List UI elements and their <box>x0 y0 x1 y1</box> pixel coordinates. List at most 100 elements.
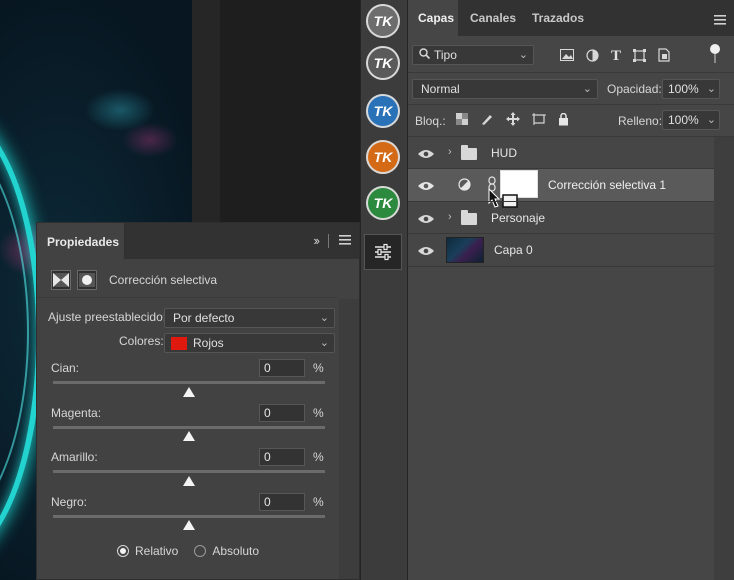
hamburger-menu-icon[interactable] <box>339 234 351 248</box>
percent-unit: % <box>313 406 324 420</box>
layer-row[interactable]: Capa 0 <box>408 234 714 266</box>
visibility-eye-icon[interactable] <box>418 213 434 223</box>
layers-panel: Capas Canales Trazados Tipo ⌄ T Normal ⌄… <box>408 0 734 580</box>
layer-name: HUD <box>491 146 517 160</box>
yellow-slider-thumb[interactable] <box>183 476 195 486</box>
properties-header: Propiedades ›› <box>37 223 359 259</box>
smart-object-filter-icon[interactable] <box>658 48 670 65</box>
tk-label: TK <box>373 55 393 71</box>
method-radio-group: Relativo Absoluto <box>117 544 259 558</box>
chevron-down-icon: ⌄ <box>582 83 592 95</box>
panel-divider <box>328 233 329 248</box>
percent-unit: % <box>313 361 324 375</box>
tk-label: TK <box>373 13 393 29</box>
text-filter-icon[interactable]: T <box>611 48 621 65</box>
cyan-slider-thumb[interactable] <box>183 387 195 397</box>
lock-artboard-icon[interactable] <box>532 113 546 128</box>
opacity-field[interactable]: 100% ⌄ <box>662 79 720 99</box>
layer-row-selected[interactable]: Corrección selectiva 1 <box>408 169 714 208</box>
layer-name: Capa 0 <box>494 243 533 257</box>
divider <box>408 266 714 267</box>
double-chevron-right-icon[interactable]: ›› <box>313 233 320 248</box>
layer-mask-icon[interactable] <box>77 270 97 290</box>
magenta-slider-track[interactable] <box>53 426 325 429</box>
lock-all-icon[interactable] <box>558 112 569 129</box>
tk-plugin-icon-4[interactable]: TK <box>366 140 400 174</box>
opacity-label: Opacidad: <box>607 82 662 96</box>
chevron-right-icon[interactable]: › <box>448 146 452 158</box>
yellow-slider-track[interactable] <box>53 470 325 473</box>
shape-filter-icon[interactable] <box>633 48 647 65</box>
radio-absolute[interactable]: Absoluto <box>194 544 259 558</box>
radio-button[interactable] <box>194 545 207 557</box>
adjustment-filter-icon[interactable] <box>586 48 599 65</box>
layers-tabbar: Capas Canales Trazados <box>408 0 734 36</box>
layer-row[interactable]: › Personaje <box>408 202 714 234</box>
selective-color-icon <box>51 270 71 290</box>
hamburger-menu-icon[interactable] <box>714 14 726 28</box>
chevron-right-icon[interactable]: › <box>448 211 452 223</box>
radio-relative[interactable]: Relativo <box>117 544 178 558</box>
tk-plugin-icon-5[interactable]: TK <box>366 186 400 220</box>
tab-trazados[interactable]: Trazados <box>522 0 590 36</box>
layer-name: Personaje <box>491 211 546 225</box>
chevron-down-icon: ⌄ <box>706 114 716 126</box>
colors-label: Colores: <box>119 334 164 348</box>
black-slider-track[interactable] <box>53 515 325 518</box>
folder-icon <box>461 145 477 160</box>
filter-toggle[interactable] <box>710 44 720 64</box>
layer-name: Corrección selectiva 1 <box>548 178 667 192</box>
magenta-slider-thumb[interactable] <box>183 431 195 441</box>
properties-panel: Propiedades ›› Corrección selectiva Ajus… <box>36 222 360 580</box>
tab-canales[interactable]: Canales <box>460 0 522 36</box>
cyan-slider-track[interactable] <box>53 381 325 384</box>
black-slider-thumb[interactable] <box>183 520 195 530</box>
tab-capas[interactable]: Capas <box>408 0 458 36</box>
tk-plugin-icon-1[interactable]: TK <box>366 4 400 38</box>
radio-button[interactable] <box>117 545 129 557</box>
magenta-value-field[interactable]: 0 <box>259 404 305 422</box>
cyan-value-field[interactable]: 0 <box>259 359 305 377</box>
search-icon <box>419 48 431 62</box>
visibility-eye-icon[interactable] <box>418 245 434 255</box>
layers-scrollbar[interactable] <box>714 137 734 580</box>
chevron-down-icon: ⌄ <box>319 312 329 324</box>
layer-row[interactable]: › HUD <box>408 137 714 169</box>
adjustment-type-label: Corrección selectiva <box>109 273 218 287</box>
preset-label: Ajuste preestablecido: <box>48 310 167 324</box>
visibility-eye-icon[interactable] <box>418 180 434 190</box>
panel-dock-strip: TK TK TK TK TK <box>360 0 408 580</box>
preset-value: Por defecto <box>173 311 235 325</box>
slider-label: Amarillo: <box>51 450 98 464</box>
sliders-icon[interactable] <box>364 234 402 270</box>
slider-label: Negro: <box>51 495 88 509</box>
folder-icon <box>461 210 477 225</box>
lock-transparent-pixels-icon[interactable] <box>456 113 468 128</box>
preset-dropdown[interactable]: Por defecto ⌄ <box>164 308 335 328</box>
panel-scrollbar[interactable] <box>339 299 359 579</box>
visibility-eye-icon[interactable] <box>418 148 434 158</box>
fill-field[interactable]: 100% ⌄ <box>662 110 720 130</box>
slider-label: Magenta: <box>51 406 102 420</box>
colors-dropdown[interactable]: Rojos ⌄ <box>164 333 335 353</box>
blend-mode-value: Normal <box>421 82 460 96</box>
image-filter-icon[interactable] <box>560 49 574 64</box>
radio-label: Relativo <box>135 544 179 558</box>
lock-position-icon[interactable] <box>506 112 520 129</box>
fill-label: Relleno: <box>618 114 663 128</box>
fill-value: 100% <box>668 113 699 127</box>
pasteboard-edge <box>192 0 220 222</box>
lock-image-pixels-icon[interactable] <box>480 112 494 129</box>
yellow-value-field[interactable]: 0 <box>259 448 305 466</box>
tab-properties[interactable]: Propiedades <box>37 223 125 259</box>
slider-label: Cian: <box>51 361 80 375</box>
opacity-value: 100% <box>668 82 699 96</box>
panel-separator <box>37 297 337 298</box>
blend-mode-dropdown[interactable]: Normal ⌄ <box>412 79 598 99</box>
tk-plugin-icon-2[interactable]: TK <box>366 46 400 80</box>
chevron-down-icon: ⌄ <box>706 83 716 95</box>
layer-thumbnail[interactable] <box>446 237 484 263</box>
layer-filter-dropdown[interactable]: Tipo ⌄ <box>412 45 534 65</box>
tk-plugin-icon-3[interactable]: TK <box>366 94 400 128</box>
black-value-field[interactable]: 0 <box>259 493 305 511</box>
